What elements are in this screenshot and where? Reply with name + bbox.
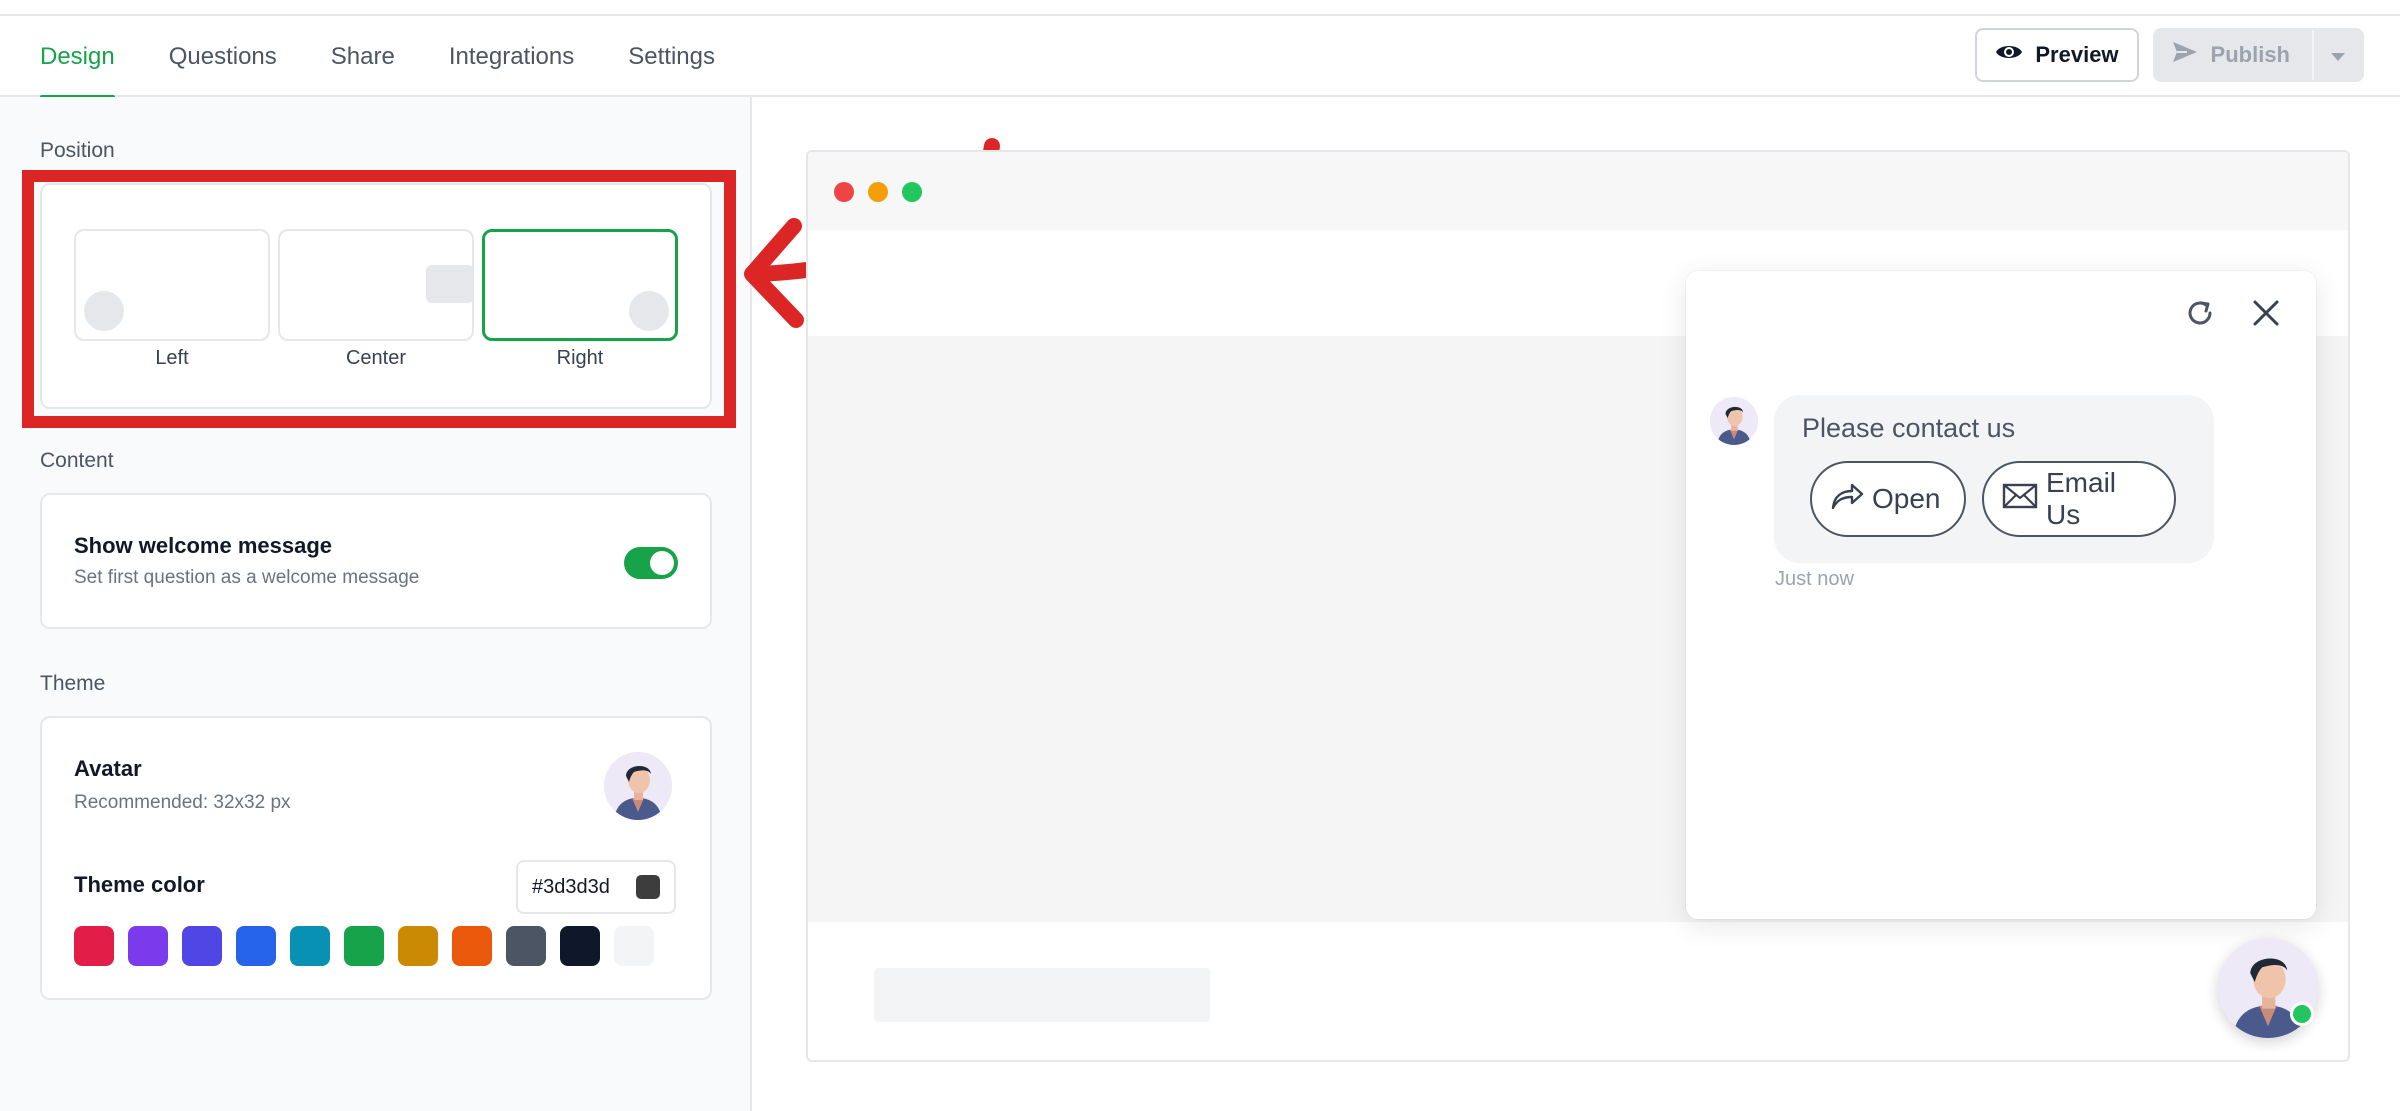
color-swatch[interactable] (344, 926, 384, 966)
color-swatch[interactable] (128, 926, 168, 966)
color-swatch[interactable] (290, 926, 330, 966)
preview-label: Preview (2035, 42, 2119, 67)
header-actions: Preview Publish (1975, 28, 2364, 82)
theme-color-value: #3d3d3d (532, 875, 610, 898)
color-swatch[interactable] (560, 926, 600, 966)
theme-card: Avatar Recommended: 32x32 px Theme color… (40, 716, 712, 1000)
position-section-label: Position (40, 139, 115, 162)
publish-button-group: Publish (2152, 28, 2364, 82)
message-bubble: Please contact us Open Email Us (1774, 395, 2214, 563)
message-timestamp: Just now (1775, 568, 1854, 590)
color-swatch[interactable] (506, 926, 546, 966)
traffic-light-minimize (868, 182, 888, 202)
theme-color-title: Theme color (74, 872, 205, 897)
traffic-light-close (834, 182, 854, 202)
color-swatch[interactable] (614, 926, 654, 966)
welcome-message-toggle[interactable] (624, 547, 678, 579)
content-card: Show welcome message Set first question … (40, 493, 712, 629)
editor-header: Design Questions Share Integrations Sett… (0, 16, 2400, 99)
preview-button[interactable]: Preview (1975, 28, 2139, 82)
color-swatch[interactable] (398, 926, 438, 966)
chat-widget-preview: Please contact us Open Email Us Just now (1686, 271, 2316, 919)
online-status-dot (2290, 1002, 2314, 1026)
avatar (604, 752, 672, 820)
mock-site-footer-bar (874, 968, 1210, 1022)
welcome-message-subtitle: Set first question as a welcome message (74, 567, 420, 588)
tab-integrations[interactable]: Integrations (449, 16, 574, 97)
browser-title-bar (808, 152, 2348, 230)
agent-avatar (1710, 397, 1758, 445)
mail-icon (2002, 483, 2038, 516)
open-button[interactable]: Open (1810, 461, 1966, 537)
top-strip (0, 0, 2400, 16)
close-icon[interactable] (2250, 297, 2282, 334)
email-us-button[interactable]: Email Us (1982, 461, 2176, 537)
tab-bar: Design Questions Share Integrations Sett… (40, 16, 715, 99)
color-swatch[interactable] (182, 926, 222, 966)
tab-questions[interactable]: Questions (169, 16, 277, 97)
share-arrow-icon (1830, 482, 1864, 517)
avatar-upload[interactable] (604, 752, 672, 820)
eye-icon (1995, 42, 2023, 68)
publish-label: Publish (2210, 42, 2290, 67)
send-icon (2171, 40, 2199, 70)
content-section-label: Content (40, 449, 114, 472)
welcome-message-title: Show welcome message (74, 533, 332, 558)
open-button-label: Open (1872, 483, 1941, 514)
refresh-icon[interactable] (2184, 297, 2216, 334)
theme-section-label: Theme (40, 672, 106, 695)
annotation-highlight-box (22, 170, 736, 428)
message-text: Please contact us (1802, 413, 2016, 443)
theme-color-chip (636, 875, 660, 899)
traffic-light-maximize (902, 182, 922, 202)
tab-design[interactable]: Design (40, 16, 115, 99)
avatar-subtitle: Recommended: 32x32 px (74, 792, 291, 813)
theme-color-input[interactable]: #3d3d3d (516, 860, 676, 914)
avatar-title: Avatar (74, 756, 142, 781)
color-swatch[interactable] (452, 926, 492, 966)
color-swatch[interactable] (74, 926, 114, 966)
publish-button[interactable]: Publish (2155, 30, 2312, 80)
color-swatch-list (74, 926, 654, 966)
publish-dropdown-toggle[interactable] (2312, 30, 2362, 80)
chevron-down-icon (2330, 42, 2346, 68)
color-swatch[interactable] (236, 926, 276, 966)
email-us-button-label: Email Us (2046, 467, 2117, 530)
tab-settings[interactable]: Settings (628, 16, 715, 97)
tab-share[interactable]: Share (331, 16, 395, 97)
